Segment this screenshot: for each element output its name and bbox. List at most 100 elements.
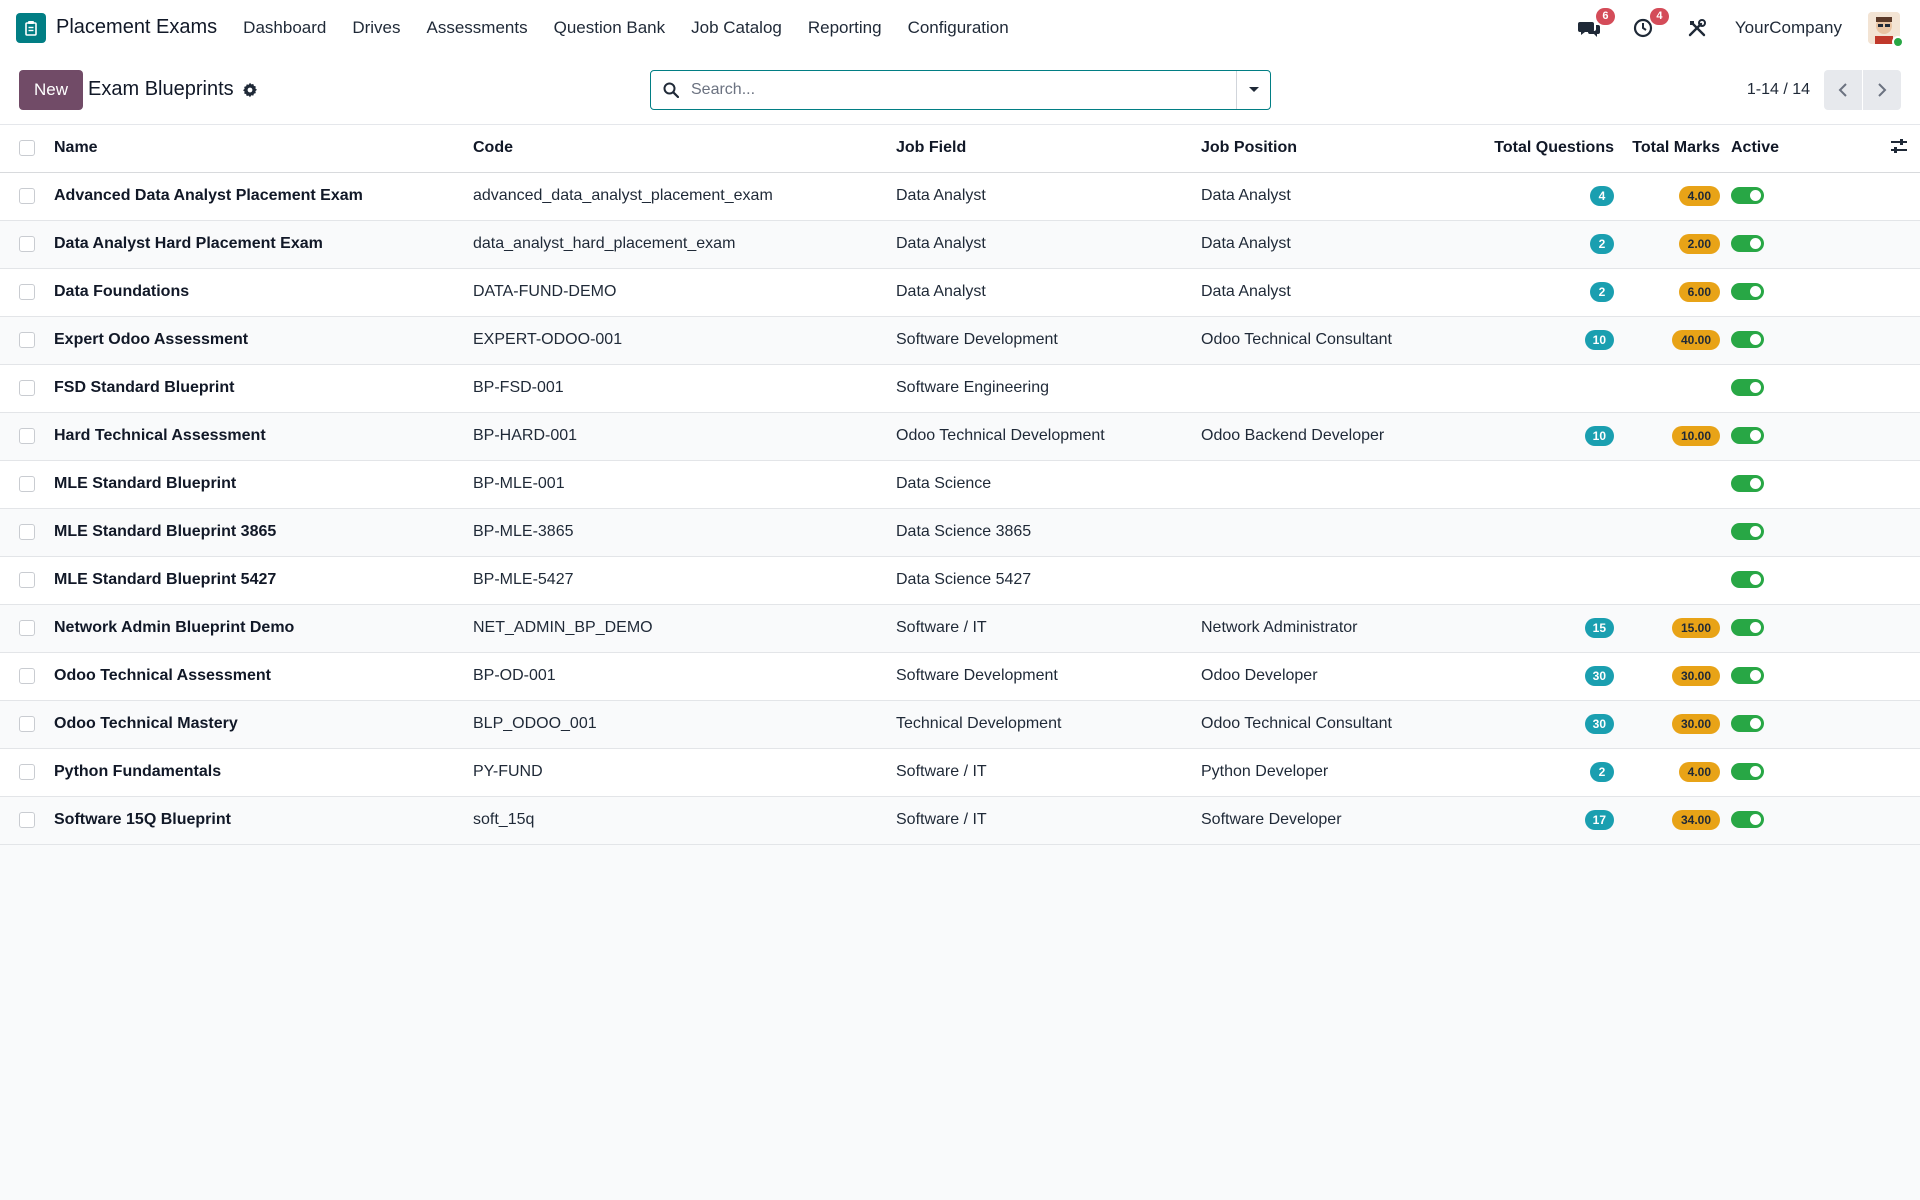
messages-button[interactable]: 6 <box>1577 7 1615 40</box>
cell-name[interactable]: Software 15Q Blueprint <box>54 796 473 845</box>
column-header-job-field[interactable]: Job Field <box>896 125 1201 173</box>
row-checkbox[interactable] <box>19 667 35 684</box>
cell-name[interactable]: MLE Standard Blueprint 5427 <box>54 556 473 605</box>
cell-job-field[interactable]: Software Development <box>896 316 1201 365</box>
row-checkbox[interactable] <box>19 379 35 396</box>
active-toggle[interactable] <box>1731 331 1764 349</box>
cell-job-position[interactable]: Network Administrator <box>1201 604 1469 653</box>
pager-previous-button[interactable] <box>1824 70 1862 110</box>
cell-code[interactable]: DATA-FUND-DEMO <box>473 268 896 317</box>
cell-code[interactable]: BLP_ODOO_001 <box>473 700 896 749</box>
active-toggle[interactable] <box>1731 715 1764 733</box>
cell-job-position[interactable]: Odoo Technical Consultant <box>1201 700 1469 749</box>
new-button[interactable]: New <box>19 69 84 110</box>
menu-configuration[interactable]: Configuration <box>908 18 1009 38</box>
cell-code[interactable]: PY-FUND <box>473 748 896 797</box>
table-row[interactable]: Odoo Technical Mastery BLP_ODOO_001 Techni… <box>0 700 1920 749</box>
cell-job-field[interactable]: Software / IT <box>896 748 1201 797</box>
cell-name[interactable]: MLE Standard Blueprint <box>54 460 473 509</box>
cell-job-position[interactable] <box>1201 364 1469 413</box>
cell-job-position[interactable]: Data Analyst <box>1201 220 1469 269</box>
user-avatar[interactable] <box>1868 11 1904 48</box>
column-header-name[interactable]: Name <box>54 125 473 173</box>
active-toggle[interactable] <box>1731 475 1764 493</box>
active-toggle[interactable] <box>1731 283 1764 301</box>
active-toggle[interactable] <box>1731 667 1764 685</box>
cell-code[interactable]: advanced_data_analyst_placement_exam <box>473 172 896 221</box>
row-checkbox[interactable] <box>19 283 35 300</box>
row-checkbox[interactable] <box>19 763 35 780</box>
table-row[interactable]: Network Admin Blueprint Demo NET_ADMIN_BP… <box>0 604 1920 653</box>
cell-name[interactable]: Odoo Technical Mastery <box>54 700 473 749</box>
menu-job-catalog[interactable]: Job Catalog <box>691 18 782 38</box>
cell-job-field[interactable]: Odoo Technical Development <box>896 412 1201 461</box>
cell-job-position[interactable]: Odoo Technical Consultant <box>1201 316 1469 365</box>
cell-code[interactable]: BP-MLE-001 <box>473 460 896 509</box>
pager-next-button[interactable] <box>1863 70 1901 110</box>
table-row[interactable]: Odoo Technical Assessment BP-OD-001 Softwa… <box>0 652 1920 701</box>
table-row[interactable]: Advanced Data Analyst Placement Exam adva… <box>0 172 1920 221</box>
table-row[interactable]: Expert Odoo Assessment EXPERT-ODOO-001 Sof… <box>0 316 1920 365</box>
column-header-active[interactable]: Active <box>1720 125 1810 173</box>
cell-name[interactable]: Data Foundations <box>54 268 473 317</box>
cell-job-field[interactable]: Data Analyst <box>896 220 1201 269</box>
row-checkbox[interactable] <box>19 427 35 444</box>
table-row[interactable]: MLE Standard Blueprint 3865 BP-MLE-3865 Da… <box>0 508 1920 557</box>
gear-icon[interactable] <box>242 82 258 98</box>
optional-columns-icon[interactable] <box>1890 138 1908 158</box>
cell-name[interactable]: Advanced Data Analyst Placement Exam <box>54 172 473 221</box>
cell-job-position[interactable] <box>1201 508 1469 557</box>
cell-job-field[interactable]: Data Science 5427 <box>896 556 1201 605</box>
column-header-total-marks[interactable]: Total Marks <box>1614 125 1720 173</box>
cell-code[interactable]: BP-MLE-3865 <box>473 508 896 557</box>
active-toggle[interactable] <box>1731 379 1764 397</box>
cell-job-position[interactable]: Software Developer <box>1201 796 1469 845</box>
cell-job-field[interactable]: Software / IT <box>896 604 1201 653</box>
cell-code[interactable]: NET_ADMIN_BP_DEMO <box>473 604 896 653</box>
row-checkbox[interactable] <box>19 235 35 252</box>
row-checkbox[interactable] <box>19 187 35 204</box>
cell-code[interactable]: BP-MLE-5427 <box>473 556 896 605</box>
cell-job-field[interactable]: Software Engineering <box>896 364 1201 413</box>
app-name[interactable]: Placement Exams <box>56 16 217 39</box>
cell-job-field[interactable]: Data Analyst <box>896 268 1201 317</box>
table-row[interactable]: Hard Technical Assessment BP-HARD-001 Odoo… <box>0 412 1920 461</box>
column-header-job-position[interactable]: Job Position <box>1201 125 1469 173</box>
cell-code[interactable]: soft_15q <box>473 796 896 845</box>
cell-name[interactable]: Odoo Technical Assessment <box>54 652 473 701</box>
active-toggle[interactable] <box>1731 571 1764 589</box>
row-checkbox[interactable] <box>19 811 35 828</box>
row-checkbox[interactable] <box>19 571 35 588</box>
cell-job-position[interactable]: Data Analyst <box>1201 268 1469 317</box>
cell-name[interactable]: Network Admin Blueprint Demo <box>54 604 473 653</box>
pager-value[interactable]: 1-14 / 14 <box>1747 81 1810 99</box>
row-checkbox[interactable] <box>19 331 35 348</box>
active-toggle[interactable] <box>1731 619 1764 637</box>
row-checkbox[interactable] <box>19 475 35 492</box>
active-toggle[interactable] <box>1731 811 1764 829</box>
table-row[interactable]: MLE Standard Blueprint BP-MLE-001 Data Sci… <box>0 460 1920 509</box>
cell-job-position[interactable]: Odoo Developer <box>1201 652 1469 701</box>
active-toggle[interactable] <box>1731 763 1764 781</box>
menu-dashboard[interactable]: Dashboard <box>243 18 326 38</box>
cell-code[interactable]: data_analyst_hard_placement_exam <box>473 220 896 269</box>
table-row[interactable]: MLE Standard Blueprint 5427 BP-MLE-5427 Da… <box>0 556 1920 605</box>
search-input[interactable] <box>691 81 1236 99</box>
cell-name[interactable]: FSD Standard Blueprint <box>54 364 473 413</box>
table-row[interactable]: Python Fundamentals PY-FUND Software / IT P… <box>0 748 1920 797</box>
cell-code[interactable]: BP-HARD-001 <box>473 412 896 461</box>
cell-job-position[interactable]: Python Developer <box>1201 748 1469 797</box>
debug-tools-button[interactable] <box>1685 16 1709 40</box>
cell-job-position[interactable] <box>1201 556 1469 605</box>
cell-job-position[interactable]: Odoo Backend Developer <box>1201 412 1469 461</box>
company-switcher[interactable]: YourCompany <box>1735 18 1842 38</box>
column-header-code[interactable]: Code <box>473 125 896 173</box>
menu-question-bank[interactable]: Question Bank <box>554 18 666 38</box>
row-checkbox[interactable] <box>19 523 35 540</box>
table-row[interactable]: Data Foundations DATA-FUND-DEMO Data Analy… <box>0 268 1920 317</box>
row-checkbox[interactable] <box>19 715 35 732</box>
cell-name[interactable]: MLE Standard Blueprint 3865 <box>54 508 473 557</box>
cell-code[interactable]: BP-FSD-001 <box>473 364 896 413</box>
row-checkbox[interactable] <box>19 619 35 636</box>
exam-app-icon[interactable] <box>16 12 46 43</box>
